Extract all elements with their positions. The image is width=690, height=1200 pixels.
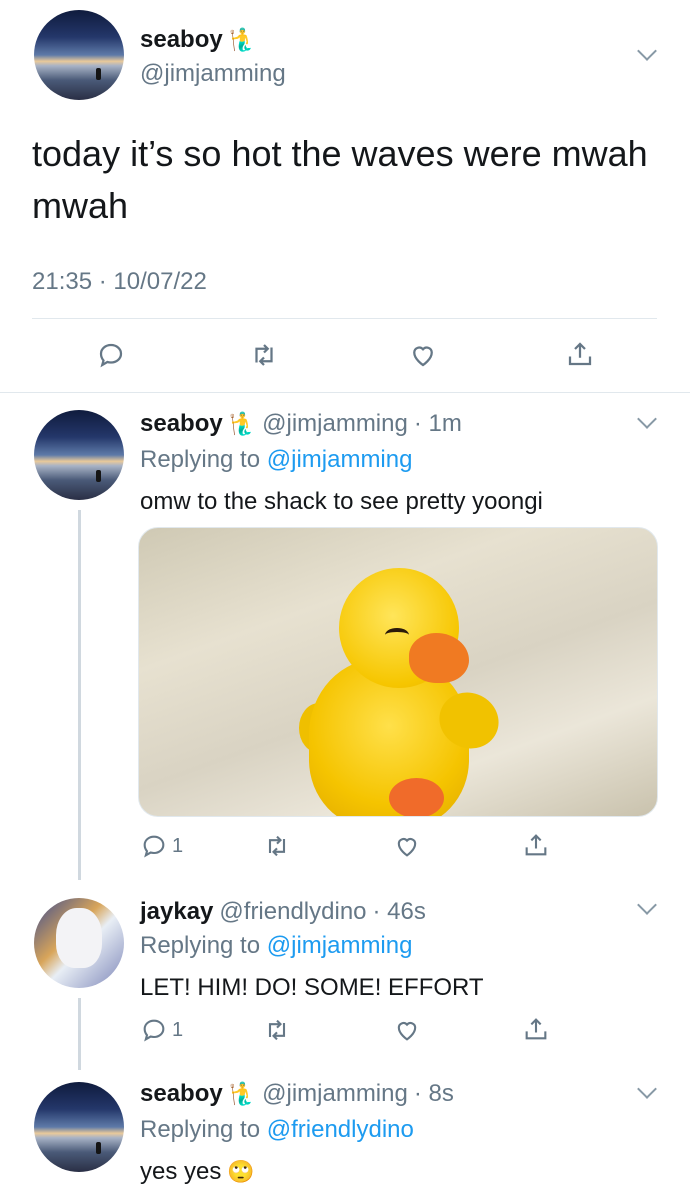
chevron-down-icon[interactable] [637, 409, 657, 429]
handle[interactable]: @jimjamming [262, 410, 408, 438]
reply-time: · 8s [413, 1080, 454, 1107]
media-image-duck[interactable] [138, 527, 658, 817]
thread-line [78, 510, 81, 880]
avatar-seaboy[interactable] [34, 410, 124, 500]
like-icon [397, 838, 417, 857]
reply-text: omw to the shack to see pretty yoongi [140, 488, 543, 515]
reply-header: jaykay @friendlydino · 46s [140, 898, 426, 926]
tweet-text: today it’s so hot the waves were mwah mw… [32, 133, 648, 226]
reply-time: · 46s [372, 898, 426, 925]
eye-roll-emoji: 🙄 [227, 1159, 255, 1184]
mermaid-emoji: 🧜‍♂️ [228, 411, 257, 436]
replying-to: Replying to @jimjamming [140, 446, 413, 473]
chevron-down-icon[interactable] [637, 895, 657, 915]
like-button[interactable] [407, 340, 439, 370]
share-button[interactable] [522, 830, 550, 860]
mention-link[interactable]: @jimjamming [267, 446, 413, 473]
retweet-button[interactable] [262, 832, 292, 860]
mermaid-emoji: 🧜‍♂️ [228, 27, 257, 52]
thread-line [78, 998, 81, 1070]
replying-to: Replying to @jimjamming [140, 932, 413, 959]
divider [0, 392, 690, 393]
avatar-seaboy[interactable] [34, 1082, 124, 1172]
retweet-button[interactable] [262, 1016, 292, 1044]
reply-button[interactable]: 1 [140, 832, 183, 860]
share-icon [525, 834, 547, 856]
mention-link[interactable]: @jimjamming [267, 932, 413, 959]
reply-header: seaboy 🧜‍♂️ @jimjamming · 1m [140, 410, 462, 438]
retweet-icon [268, 1019, 286, 1041]
reply-icon [143, 835, 165, 858]
reply-count: 1 [172, 1018, 184, 1041]
display-name[interactable]: seaboy [140, 410, 223, 438]
reply-button[interactable] [96, 340, 126, 370]
chevron-down-icon[interactable] [637, 1079, 657, 1099]
avatar-jaykay[interactable] [34, 898, 124, 988]
like-icon [397, 1022, 417, 1041]
reply-icon [99, 343, 123, 368]
like-button[interactable] [392, 832, 422, 860]
divider [32, 318, 657, 319]
reply-text: yes yes [140, 1158, 222, 1185]
share-button[interactable] [522, 1014, 550, 1044]
share-button[interactable] [565, 338, 595, 370]
display-name[interactable]: jaykay [140, 898, 213, 926]
share-icon [568, 342, 592, 366]
mention-link[interactable]: @friendlydino [267, 1116, 414, 1143]
retweet-icon [255, 344, 273, 366]
avatar-seaboy[interactable] [34, 10, 124, 100]
retweet-button[interactable] [248, 340, 280, 370]
reply-header: seaboy 🧜‍♂️ @jimjamming · 8s [140, 1080, 454, 1108]
like-icon [413, 346, 433, 367]
main-tweet-header: seaboy 🧜‍♂️ [140, 26, 256, 54]
reply-time: · 1m [413, 410, 462, 437]
display-name[interactable]: seaboy [140, 1080, 223, 1108]
handle[interactable]: @jimjamming [262, 1080, 408, 1108]
like-button[interactable] [392, 1016, 422, 1044]
share-icon [525, 1018, 547, 1040]
display-name[interactable]: seaboy [140, 26, 223, 54]
reply-icon [143, 1019, 165, 1042]
tweet-timestamp[interactable]: 21:35 · 10/07/22 [32, 268, 207, 296]
reply-count: 1 [172, 834, 184, 857]
replying-to: Replying to @friendlydino [140, 1116, 414, 1143]
retweet-icon [268, 835, 286, 857]
mermaid-emoji: 🧜‍♂️ [228, 1081, 257, 1106]
reply-button[interactable]: 1 [140, 1016, 183, 1044]
reply-text: LET! HIM! DO! SOME! EFFORT [140, 974, 484, 1001]
chevron-down-icon[interactable] [637, 41, 657, 61]
handle[interactable]: @friendlydino [219, 898, 366, 926]
reply-text-row: yes yes 🙄 [140, 1158, 255, 1186]
handle[interactable]: @jimjamming [140, 60, 286, 88]
